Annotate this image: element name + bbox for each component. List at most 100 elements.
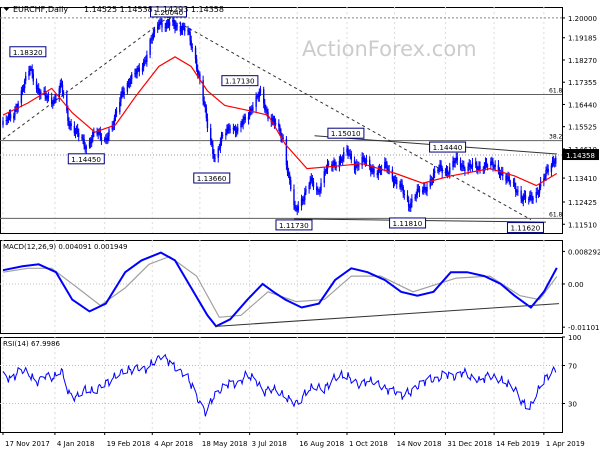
watermark: ActionForex.com xyxy=(302,37,477,61)
fib-level-label: 61.8 xyxy=(549,211,563,218)
price-bar-body xyxy=(85,146,87,149)
price-bar-body xyxy=(225,133,227,136)
x-tick-label: 4 Apr 2018 xyxy=(154,440,193,448)
price-bar-body xyxy=(552,160,555,163)
price-bar-body xyxy=(156,26,159,30)
price-bar-body xyxy=(486,165,489,167)
price-bar-body xyxy=(467,166,469,172)
price-bar-body xyxy=(438,167,440,171)
price-bar-body xyxy=(188,30,190,32)
price-bar-body xyxy=(262,89,265,104)
y-tick-label: 1.11510 xyxy=(568,221,597,229)
price-bar-body xyxy=(371,169,373,172)
y-tick-label: 1.15525 xyxy=(568,124,597,132)
swing-label: 1.15010 xyxy=(331,129,361,138)
price-bar-body xyxy=(211,140,213,145)
price-bar-body xyxy=(459,160,462,168)
price-bar-body xyxy=(103,139,106,141)
price-bar-body xyxy=(76,128,79,133)
price-bar-body xyxy=(290,179,292,190)
price-bar-body xyxy=(70,123,72,126)
price-bar-body xyxy=(414,197,416,199)
price-bar-body xyxy=(237,127,239,132)
price-bar-body xyxy=(513,182,516,187)
x-tick-label: 31 Dec 2018 xyxy=(447,440,492,448)
price-bar-body xyxy=(485,162,488,166)
price-bar-body xyxy=(508,176,510,182)
price-bar-body xyxy=(213,153,215,159)
y-tick-label: 1.12425 xyxy=(568,199,597,207)
swing-label: 1.18320 xyxy=(13,48,43,57)
symbol-timeframe: EURCHF,Daily xyxy=(13,5,68,14)
price-bar-body xyxy=(182,25,185,28)
price-bar-body xyxy=(285,138,288,166)
price-bar-body xyxy=(522,196,525,202)
price-bar-body xyxy=(341,158,344,161)
price-bar-body xyxy=(115,111,118,113)
price-bar-body xyxy=(204,104,206,108)
x-tick-label: 16 Aug 2018 xyxy=(299,440,344,448)
price-bar-body xyxy=(347,148,349,155)
price-bar-body xyxy=(78,132,80,137)
price-bar-body xyxy=(550,165,553,172)
price-bar-body xyxy=(108,129,110,137)
price-bar-body xyxy=(494,164,496,167)
price-bar-body xyxy=(274,123,277,125)
price-bar-body xyxy=(325,169,328,172)
price-bar-body xyxy=(479,165,481,169)
price-bar-body xyxy=(364,162,367,163)
price-bar-body xyxy=(315,187,318,191)
price-bar-body xyxy=(305,189,307,193)
x-tick-label: 17 Nov 2017 xyxy=(5,440,50,448)
price-bar-body xyxy=(141,67,144,72)
price-bar-body xyxy=(441,168,443,174)
price-bar-body xyxy=(407,200,410,207)
price-bar-body xyxy=(158,24,160,27)
price-bar-body xyxy=(456,157,459,161)
price-bar-body xyxy=(411,198,413,203)
swing-label: 1.13660 xyxy=(197,174,227,183)
price-bar-body xyxy=(191,47,193,49)
price-bar-body xyxy=(444,171,447,174)
price-bar-body xyxy=(426,186,428,192)
price-bar-body xyxy=(363,157,365,163)
price-bar-body xyxy=(471,162,474,167)
swing-label: 1.14440 xyxy=(433,143,463,152)
price-bar-body xyxy=(396,179,398,185)
price-bar-body xyxy=(107,136,109,141)
price-bar-body xyxy=(460,166,463,168)
y-tick-label: 1.18270 xyxy=(568,57,597,65)
price-bar-body xyxy=(433,170,436,174)
price-bar-body xyxy=(418,188,421,193)
price-bar-body xyxy=(194,47,197,60)
price-bar-body xyxy=(416,188,418,195)
price-bar-body xyxy=(323,171,325,184)
y-tick-label: 1.19185 xyxy=(568,35,597,43)
price-bar-body xyxy=(324,171,327,172)
price-bar-body xyxy=(477,169,479,170)
price-bar-body xyxy=(555,157,557,164)
fib-level-label: 61.8 xyxy=(549,87,563,94)
x-tick-label: 18 May 2018 xyxy=(202,440,248,448)
price-bar-body xyxy=(212,144,214,154)
price-bar-body xyxy=(393,180,396,184)
y-tick-label: 1.13410 xyxy=(568,175,597,183)
price-bar-body xyxy=(100,137,103,141)
price-bar-body xyxy=(258,93,261,98)
price-bar-body xyxy=(53,99,55,104)
price-bar-body xyxy=(475,162,477,165)
price-bar-body xyxy=(55,98,57,100)
price-bar-body xyxy=(81,136,83,138)
price-bar-body xyxy=(388,169,390,171)
price-bar-body xyxy=(287,172,290,175)
price-bar-body xyxy=(386,163,388,170)
price-bar-body xyxy=(432,173,435,180)
price-bar-body xyxy=(206,118,209,129)
price-bar-body xyxy=(509,181,512,183)
price-bar-body xyxy=(517,190,519,192)
price-bar-body xyxy=(47,95,50,98)
price-bar-body xyxy=(464,168,466,172)
price-bar-body xyxy=(385,162,387,164)
price-bar-body xyxy=(358,165,360,167)
forex-chart: ActionForex.com 61.8 38.2 61.8 1.18320 1.144… xyxy=(0,0,600,450)
